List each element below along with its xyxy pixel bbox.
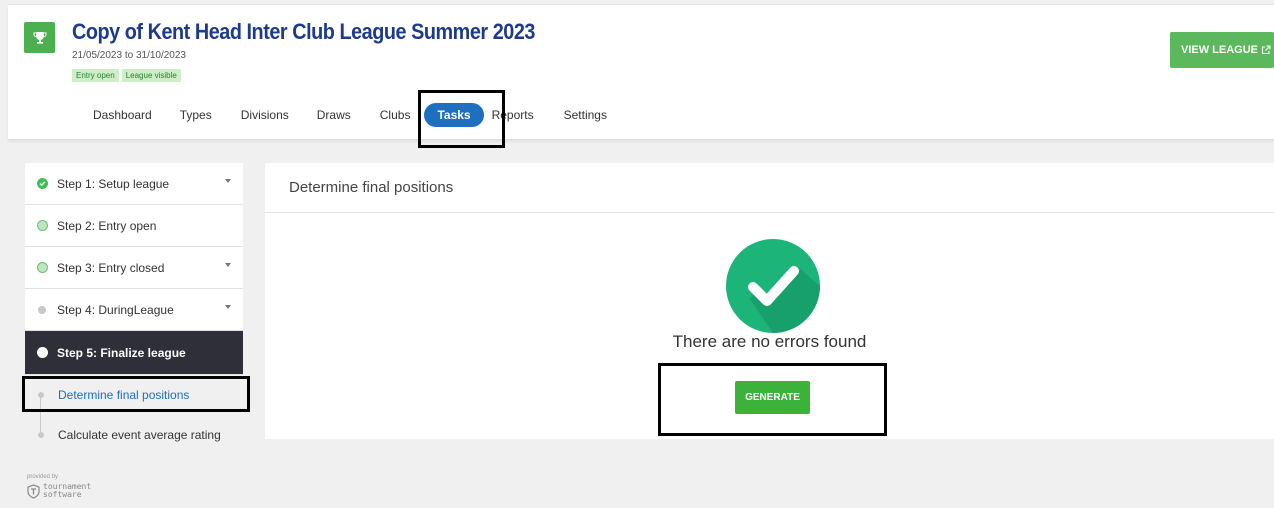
brand-text: tournament software [43, 482, 92, 499]
status-dot-icon [37, 347, 48, 358]
status-dot-icon [37, 220, 48, 231]
provided-by-label: provided by [27, 474, 59, 480]
tab-types[interactable]: Types [180, 108, 212, 122]
substep-label: Calculate event average rating [58, 428, 221, 442]
entry-open-badge: Entry open [72, 69, 119, 82]
league-header: Copy of Kent Head Inter Club League Summ… [8, 4, 1274, 140]
step-entry-open[interactable]: Step 2: Entry open [25, 205, 243, 247]
league-dates: 21/05/2023 to 31/10/2023 [72, 50, 186, 61]
step-label: Step 5: Finalize league [57, 345, 186, 360]
tab-settings[interactable]: Settings [564, 108, 607, 122]
caret-down-icon[interactable] [225, 179, 231, 183]
step-label: Step 2: Entry open [57, 218, 157, 233]
tab-divisions[interactable]: Divisions [241, 108, 289, 122]
league-tabs: Dashboard Types Divisions Draws Clubs Ta… [93, 103, 607, 127]
success-check-icon [726, 239, 820, 333]
substep-dot-icon [38, 432, 44, 438]
step-setup-league[interactable]: Step 1: Setup league [25, 163, 243, 205]
status-message: There are no errors found [672, 332, 867, 351]
caret-down-icon[interactable] [225, 305, 231, 309]
step-label: Step 4: DuringLeague [57, 302, 174, 317]
step-label: Step 3: Entry closed [57, 260, 165, 275]
tab-draws[interactable]: Draws [317, 108, 351, 122]
step-entry-closed[interactable]: Step 3: Entry closed [25, 247, 243, 289]
status-badges: Entry open League visible [72, 69, 181, 82]
status-dot-icon [38, 305, 46, 314]
page-title: Copy of Kent Head Inter Club League Summ… [72, 19, 535, 44]
substep-calculate-average-rating[interactable]: Calculate event average rating [25, 415, 243, 455]
tab-dashboard[interactable]: Dashboard [93, 108, 152, 122]
tab-clubs[interactable]: Clubs [380, 108, 411, 122]
caret-down-icon[interactable] [225, 263, 231, 267]
trophy-icon [24, 22, 55, 53]
step-finalize-league[interactable]: Step 5: Finalize league [25, 331, 243, 375]
step-label: Step 1: Setup league [57, 176, 170, 191]
view-league-button[interactable]: VIEW LEAGUE [1170, 32, 1274, 68]
generate-highlight-box [658, 363, 887, 436]
panel-title: Determine final positions [265, 163, 1274, 213]
step-during-league[interactable]: Step 4: DuringLeague [25, 289, 243, 331]
provider-footer: provided by tournament software [27, 474, 91, 499]
external-link-icon [1261, 45, 1271, 55]
substep-highlight-box [22, 376, 250, 412]
status-dot-icon [37, 262, 48, 273]
league-visible-badge: League visible [121, 69, 181, 82]
view-league-label: VIEW LEAGUE [1181, 44, 1259, 56]
shield-icon [27, 483, 40, 499]
tournament-software-logo[interactable]: tournament software [27, 483, 91, 499]
check-circle-icon [37, 178, 48, 189]
tasks-highlight-box [418, 90, 505, 148]
